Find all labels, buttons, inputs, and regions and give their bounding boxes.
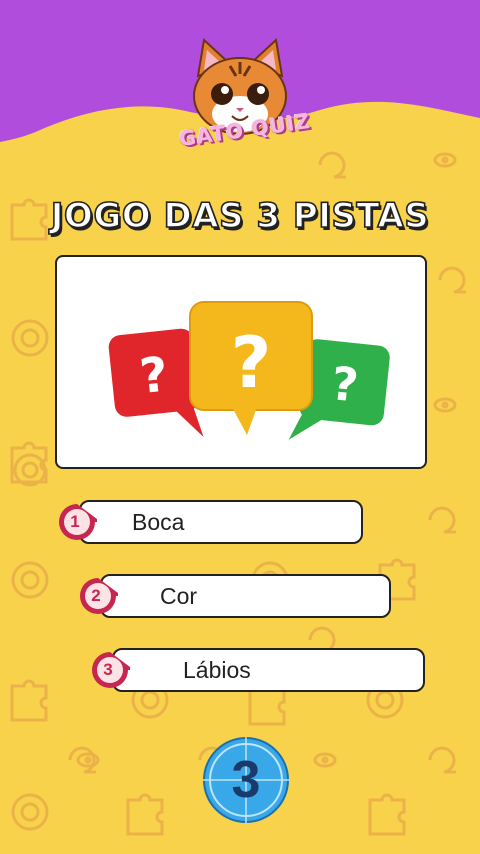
hint-1[interactable]: 1 Boca <box>57 500 363 544</box>
countdown-number: 3 <box>231 751 261 809</box>
clue-image-card: ? ? ? <box>55 255 427 469</box>
svg-text:?: ? <box>137 346 171 405</box>
puzzle-piece-icon <box>126 793 164 836</box>
lifebuoy-icon <box>11 793 49 831</box>
hint-2[interactable]: 2 Cor <box>78 574 391 618</box>
question-bubble-icon: ? ? ? <box>108 301 390 440</box>
puzzle-piece-icon <box>10 679 48 722</box>
hint-bar <box>100 574 391 618</box>
lifebuoy-icon <box>11 561 49 599</box>
lifebuoy-icon <box>11 319 49 357</box>
hint-3[interactable]: 3 Lábios <box>90 648 425 692</box>
eye-icon <box>313 752 337 768</box>
svg-text:?: ? <box>231 322 272 404</box>
hint-text: Boca <box>132 509 185 535</box>
page-title: JOGO DAS 3 PISTAS <box>50 195 430 237</box>
hook-icon <box>438 266 466 294</box>
svg-text:?: ? <box>329 356 361 412</box>
hook-icon <box>68 746 96 774</box>
hint-bar <box>79 500 363 544</box>
hint-text: Cor <box>160 583 198 609</box>
hint-number: 3 <box>103 660 113 679</box>
hint-bar <box>112 648 425 692</box>
hook-icon <box>428 506 456 534</box>
hint-number: 2 <box>91 586 101 605</box>
eye-icon <box>433 397 457 413</box>
hint-text: Lábios <box>183 657 251 683</box>
hook-icon <box>428 746 456 774</box>
puzzle-piece-icon <box>368 793 406 836</box>
hint-number: 1 <box>70 512 80 531</box>
